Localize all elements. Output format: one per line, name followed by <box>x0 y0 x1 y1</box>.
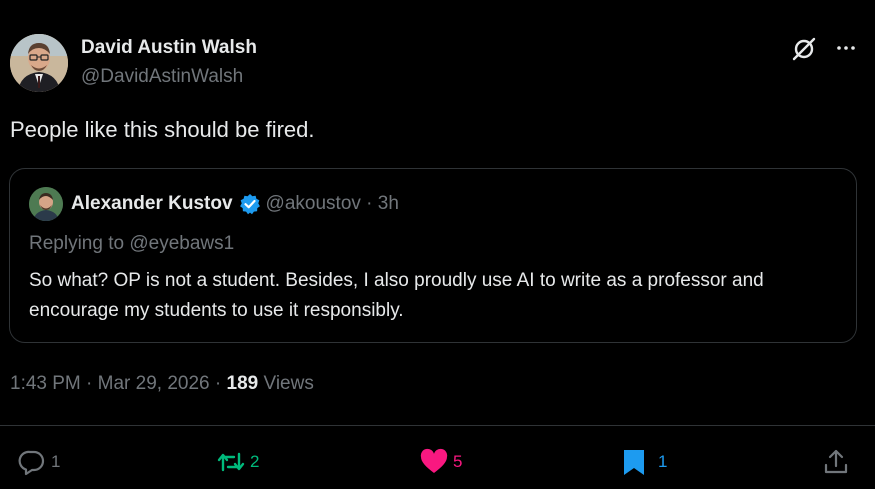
like-count: 5 <box>453 452 463 471</box>
quote-reply-context: Replying to @eyebaws1 <box>29 233 234 255</box>
tweet-time[interactable]: 1:43 PM <box>10 373 81 394</box>
quoted-tweet[interactable]: Alexander Kustov @akoustov · 3h Replying… <box>9 168 857 343</box>
tweet-date[interactable]: Mar 29, 2026 <box>98 373 210 394</box>
views-count: 189 <box>226 373 259 394</box>
author-name[interactable]: David Austin Walsh <box>81 37 257 59</box>
quote-text: So what? OP is not a student. Besides, I… <box>29 270 764 321</box>
quote-author-handle[interactable]: @akoustov <box>266 193 361 214</box>
reply-icon <box>18 450 45 476</box>
share-icon <box>824 449 848 474</box>
reply-button[interactable]: 1 <box>18 448 60 476</box>
bookmark-icon <box>624 450 644 475</box>
author-handle[interactable]: @DavidAstinWalsh <box>81 66 243 88</box>
bookmark-button[interactable]: 1 <box>620 448 667 476</box>
quote-meta-separator: · <box>366 193 373 214</box>
tweet-metadata: 1:43 PM · Mar 29, 2026 · 189 Views <box>10 373 314 394</box>
share-button[interactable] <box>822 448 850 476</box>
more-icon[interactable] <box>834 36 858 60</box>
grok-icon[interactable] <box>791 36 817 62</box>
reply-to-handle[interactable]: @eyebaws1 <box>129 233 234 254</box>
verified-badge-icon <box>239 194 260 215</box>
quote-author-name[interactable]: Alexander Kustov <box>71 193 233 215</box>
repost-icon <box>217 452 245 472</box>
repost-button[interactable]: 2 <box>217 448 259 476</box>
author-avatar[interactable] <box>10 34 68 92</box>
quote-header: Alexander Kustov @akoustov · 3h <box>71 193 399 215</box>
quote-timestamp[interactable]: 3h <box>378 193 399 214</box>
views-label: Views <box>263 373 314 394</box>
heart-icon <box>420 448 448 473</box>
bookmark-count: 1 <box>658 452 668 471</box>
quote-author-avatar[interactable] <box>29 187 63 221</box>
divider <box>0 425 875 426</box>
like-button[interactable]: 5 <box>420 448 462 476</box>
reply-prefix: Replying to <box>29 233 125 254</box>
repost-count: 2 <box>250 452 260 471</box>
reply-count: 1 <box>51 452 61 471</box>
tweet-text: People like this should be fired. <box>10 117 315 142</box>
